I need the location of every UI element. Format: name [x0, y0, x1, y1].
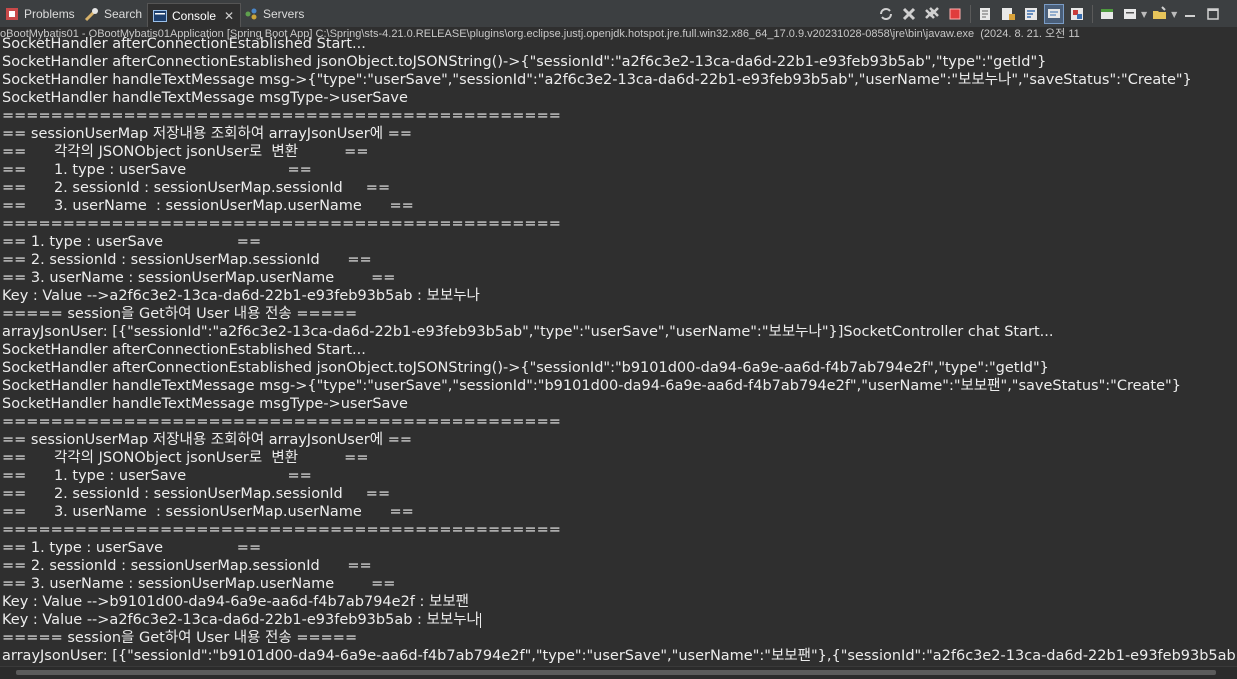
console-line: SocketHandler afterConnectionEstablished… — [2, 54, 1047, 70]
close-icon[interactable]: ✕ — [224, 9, 234, 23]
console-line: Key : Value -->a2f6c3e2-13ca-da6d-22b1-e… — [2, 288, 480, 304]
console-line: SocketHandler handleTextMessage msgType-… — [2, 396, 408, 412]
console-line: SocketHandler handleTextMessage msg->{"t… — [2, 72, 1192, 88]
console-line: == 1. type : userSave == — [2, 540, 262, 556]
display-selected-console-icon[interactable] — [1097, 4, 1117, 24]
console-line: == 3. userName : sessionUserMap.userName… — [2, 576, 396, 592]
console-line: arrayJsonUser: [{"sessionId":"a2f6c3e2-1… — [2, 324, 1054, 340]
console-line: == 1. type : userSave == — [2, 468, 312, 484]
tab-label: Problems — [24, 7, 75, 21]
tab-problems[interactable]: Problems — [4, 3, 75, 25]
terminate-icon[interactable] — [945, 4, 965, 24]
console-line: == 1. type : userSave == — [2, 162, 312, 178]
clear-console-icon[interactable] — [975, 4, 995, 24]
tab-label: Search — [104, 7, 143, 21]
console-line: SocketHandler handleTextMessage msg->{"t… — [2, 378, 1181, 394]
console-line: == 각각의 JSONObject jsonUser로 변환 == — [2, 450, 369, 466]
remove-launch-icon[interactable] — [899, 4, 919, 24]
console-line: == 2. sessionId : sessionUserMap.session… — [2, 252, 372, 268]
tab-label: Servers — [263, 7, 305, 21]
horizontal-scrollbar[interactable] — [0, 666, 1237, 679]
console-line: Key : Value -->a2f6c3e2-13ca-da6d-22b1-e… — [2, 612, 481, 628]
console-line: == 각각의 JSONObject jsonUser로 변환 == — [2, 144, 369, 160]
text-cursor — [479, 612, 481, 628]
console-line: ========================================… — [2, 216, 561, 232]
view-tab-bar: Problems Search Console ✕ Servers ▼ ▼ — [0, 0, 1237, 28]
open-folder-icon[interactable] — [1150, 4, 1170, 24]
console-line: == sessionUserMap 저장내용 조회하여 arrayJsonUse… — [2, 432, 412, 448]
problems-icon — [4, 6, 20, 22]
console-line: SocketHandler afterConnectionEstablished… — [2, 342, 366, 358]
console-line: SocketHandler afterConnectionEstablished… — [2, 360, 1049, 376]
console-line: == 2. sessionId : sessionUserMap.session… — [2, 558, 372, 574]
console-line: SocketHandler handleTextMessage msgType-… — [2, 90, 408, 106]
console-icon — [152, 8, 168, 24]
new-console-icon[interactable] — [1120, 4, 1140, 24]
tab-label: Console — [172, 8, 217, 23]
chevron-down-icon[interactable]: ▼ — [1141, 10, 1147, 19]
tab-servers[interactable]: Servers — [243, 3, 304, 25]
toolbar-separator — [1092, 5, 1093, 23]
sync-icon[interactable] — [876, 4, 896, 24]
console-line: ========================================… — [2, 414, 561, 430]
console-line: == 3. userName : sessionUserMap.userName… — [2, 198, 414, 214]
console-line: == 1. type : userSave == — [2, 234, 262, 250]
word-wrap-icon[interactable] — [1021, 4, 1041, 24]
open-console-icon[interactable] — [1067, 4, 1087, 24]
scrollbar-thumb[interactable] — [16, 670, 1216, 675]
console-line: == 3. userName : sessionUserMap.userName… — [2, 504, 414, 520]
minimize-icon[interactable] — [1180, 4, 1200, 24]
tab-console[interactable]: Console ✕ — [147, 3, 242, 27]
console-output[interactable]: SocketHandler afterConnectionEstablished… — [0, 35, 1237, 667]
servers-icon — [243, 6, 259, 22]
console-line: == 3. userName : sessionUserMap.userName… — [2, 270, 396, 286]
console-line: == 2. sessionId : sessionUserMap.session… — [2, 180, 391, 196]
console-toolbar: ▼ ▼ — [876, 3, 1226, 25]
pin-console-icon[interactable] — [1044, 4, 1064, 24]
console-line: == sessionUserMap 저장내용 조회하여 arrayJsonUse… — [2, 126, 412, 142]
console-line: ===== session을 Get하여 User 내용 전송 ===== — [2, 306, 358, 322]
scroll-lock-icon[interactable] — [998, 4, 1018, 24]
remove-all-icon[interactable] — [922, 4, 942, 24]
search-icon — [84, 6, 100, 22]
console-line: ===== session을 Get하여 User 내용 전송 ===== — [2, 630, 358, 646]
console-line: ========================================… — [2, 522, 561, 538]
chevron-down-icon[interactable]: ▼ — [1171, 10, 1177, 19]
tab-search[interactable]: Search — [84, 3, 142, 25]
console-line: arrayJsonUser: [{"sessionId":"b9101d00-d… — [2, 648, 1237, 664]
console-line: SocketHandler afterConnectionEstablished… — [2, 36, 366, 52]
console-line: ========================================… — [2, 108, 561, 124]
console-line: Key : Value -->b9101d00-da94-6a9e-aa6d-f… — [2, 594, 470, 610]
console-line: == 2. sessionId : sessionUserMap.session… — [2, 486, 391, 502]
console-view: Problems Search Console ✕ Servers ▼ ▼ oB… — [0, 0, 1237, 679]
toolbar-separator — [970, 5, 971, 23]
maximize-icon[interactable] — [1203, 4, 1223, 24]
